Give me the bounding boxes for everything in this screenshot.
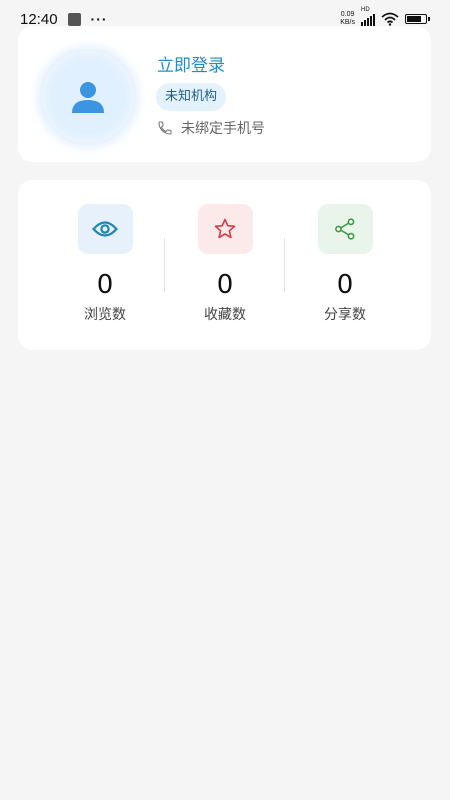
notification-app-icon (67, 12, 81, 26)
network-speed: 0.09 KB/s (340, 11, 355, 26)
wifi-icon (381, 12, 399, 26)
phone-icon (158, 121, 172, 135)
share-icon (335, 218, 355, 240)
shares-label: 分享数 (324, 307, 366, 323)
shares-count: 0 (336, 270, 354, 300)
signal-icon: HD (361, 7, 375, 26)
organization-badge: 未知机构 (156, 83, 227, 111)
favorites-label: 收藏数 (204, 307, 246, 323)
stat-favorites[interactable]: 0 收藏数 (165, 204, 285, 324)
stat-shares[interactable]: 0 分享数 (285, 204, 405, 324)
stat-icon-box (77, 204, 133, 254)
more-notifications-icon: ··· (90, 11, 108, 27)
stat-views[interactable]: 0 浏览数 (45, 204, 165, 324)
views-label: 浏览数 (84, 307, 126, 323)
user-icon (72, 82, 104, 113)
eye-icon (92, 221, 118, 237)
stat-icon-box (197, 204, 253, 254)
phone-binding-row[interactable]: 未绑定手机号 (157, 118, 265, 138)
favorites-count: 0 (216, 270, 234, 300)
login-link[interactable]: 立即登录 (157, 51, 225, 76)
avatar[interactable] (42, 51, 134, 143)
star-icon (214, 218, 236, 239)
status-time: 12:40 (20, 10, 58, 28)
phone-status-text: 未绑定手机号 (181, 121, 265, 137)
battery-icon (405, 14, 430, 24)
profile-card[interactable]: 立即登录 未知机构 未绑定手机号 (18, 26, 431, 162)
views-count: 0 (96, 270, 114, 300)
stats-card: 0 浏览数 0 收藏数 0 分享数 (18, 180, 431, 350)
stat-icon-box (317, 204, 373, 254)
